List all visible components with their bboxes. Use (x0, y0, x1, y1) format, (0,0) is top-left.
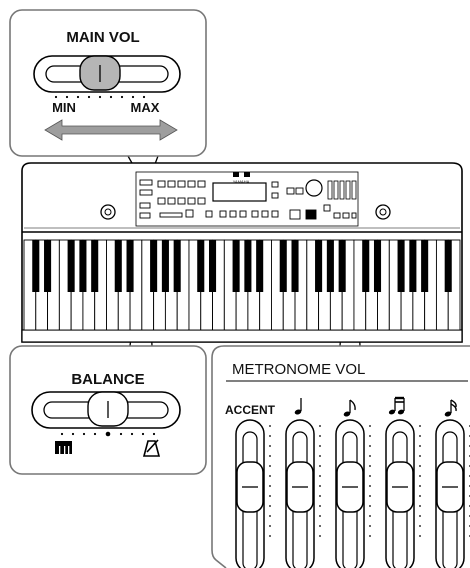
black-key (91, 240, 99, 292)
metronome-slider-4[interactable] (435, 419, 470, 568)
min-label: MIN (52, 100, 76, 115)
black-key (197, 240, 205, 292)
diagram-canvas: YAMAHA MAIN VOL MIN MAX BALANCE METRONOM… (9, 9, 470, 568)
keyboard-icon (55, 441, 72, 454)
accent-label: ACCENT (225, 403, 276, 417)
black-key (44, 240, 52, 292)
black-key (444, 240, 452, 292)
black-key (32, 240, 40, 292)
black-key (291, 240, 299, 292)
metronome-sliders-panel (327, 180, 357, 200)
metronome-slider-3[interactable] (385, 419, 421, 568)
metronome-vol-title: METRONOME VOL (232, 361, 365, 378)
black-key (338, 240, 346, 292)
black-key (67, 240, 75, 292)
black-key (373, 240, 382, 292)
lcd-display (212, 182, 267, 202)
black-key (362, 240, 370, 292)
main-vol-title: MAIN VOL (66, 29, 139, 46)
black-key (209, 240, 217, 292)
black-key (397, 240, 405, 292)
black-key (315, 240, 323, 292)
balance-title: BALANCE (71, 371, 144, 388)
sixteenth-note-icon (444, 399, 457, 417)
black-key (126, 240, 134, 292)
black-key (409, 240, 417, 292)
black-key (161, 240, 169, 292)
black-key (256, 240, 264, 292)
dial-knob-icon (305, 179, 323, 197)
max-label: MAX (131, 100, 160, 115)
black-key (173, 240, 181, 292)
black-key (421, 240, 429, 292)
black-key (114, 240, 122, 292)
metronome-slider-2[interactable] (335, 419, 371, 568)
black-key (326, 240, 334, 292)
metronome-vol-callout: METRONOME VOL ACCENT (211, 345, 470, 568)
balance-callout: BALANCE (9, 345, 207, 475)
main-vol-callout: MAIN VOL MIN MAX (9, 9, 207, 157)
black-key (232, 240, 240, 292)
black-key (279, 240, 287, 292)
black-key (244, 240, 252, 292)
white-keys (23, 239, 461, 331)
black-key (79, 240, 87, 292)
keyboard: YAMAHA (21, 162, 463, 343)
brand-logo: YAMAHA (233, 179, 250, 184)
black-key (150, 240, 158, 292)
